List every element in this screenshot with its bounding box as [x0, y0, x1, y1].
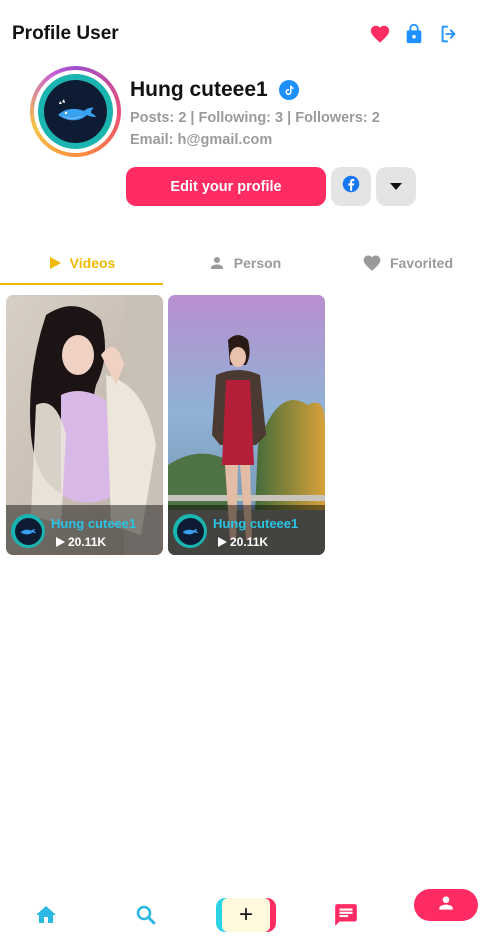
profile-icon: [436, 893, 456, 918]
person-icon: [210, 257, 223, 269]
active-tab-indicator: [0, 283, 163, 285]
chat-icon[interactable]: [333, 902, 359, 928]
tab-person[interactable]: Person: [163, 240, 326, 286]
lock-icon[interactable]: [402, 22, 426, 46]
profile-nav-button[interactable]: [414, 889, 478, 921]
search-icon[interactable]: [134, 903, 158, 927]
heart-icon: [363, 255, 381, 271]
video-views: 20.11K: [56, 535, 106, 549]
profile-email: Email: h@gmail.com: [130, 132, 273, 148]
play-icon: [49, 257, 61, 269]
tab-videos[interactable]: Videos: [0, 240, 163, 286]
profile-tabs: Videos Person Favorited: [0, 240, 494, 286]
tab-person-label: Person: [233, 255, 282, 271]
avatar[interactable]: [30, 66, 121, 157]
page-title: Profile User: [12, 23, 119, 44]
add-icon: +: [222, 898, 270, 932]
video-author: Hung cuteee1: [213, 516, 299, 531]
home-icon[interactable]: [34, 903, 58, 927]
video-card[interactable]: Hung cuteee1 20.11K: [168, 295, 325, 555]
video-author: Hung cuteee1: [51, 516, 137, 531]
username: Hung cuteee1: [130, 78, 268, 101]
video-views: 20.11K: [218, 535, 268, 549]
edit-profile-button[interactable]: Edit your profile: [126, 167, 326, 206]
video-card[interactable]: Hung cuteee1 20.11K: [6, 295, 163, 555]
username-row: Hung cuteee1: [130, 78, 299, 102]
more-options-button[interactable]: [376, 167, 416, 206]
caret-down-icon: [389, 178, 403, 196]
header: Profile User: [0, 0, 494, 68]
facebook-icon: [342, 175, 360, 198]
play-icon: [218, 537, 227, 547]
whale-logo-icon: [44, 80, 107, 143]
tiktok-verified-icon: [278, 80, 299, 100]
add-video-button[interactable]: +: [216, 898, 276, 932]
tab-favorited-label: Favorited: [389, 255, 453, 271]
profile-stats: Posts: 2 | Following: 3 | Followers: 2: [130, 110, 380, 126]
video-views-count: 20.11K: [68, 535, 107, 549]
tab-favorited[interactable]: Favorited: [326, 240, 489, 286]
logout-icon[interactable]: [437, 22, 461, 46]
tab-videos-label: Videos: [69, 255, 116, 271]
facebook-button[interactable]: [331, 167, 371, 206]
author-avatar: [11, 514, 45, 548]
author-avatar: [173, 514, 207, 548]
video-views-count: 20.11K: [230, 535, 269, 549]
play-icon: [56, 537, 65, 547]
heart-icon[interactable]: [368, 22, 392, 46]
